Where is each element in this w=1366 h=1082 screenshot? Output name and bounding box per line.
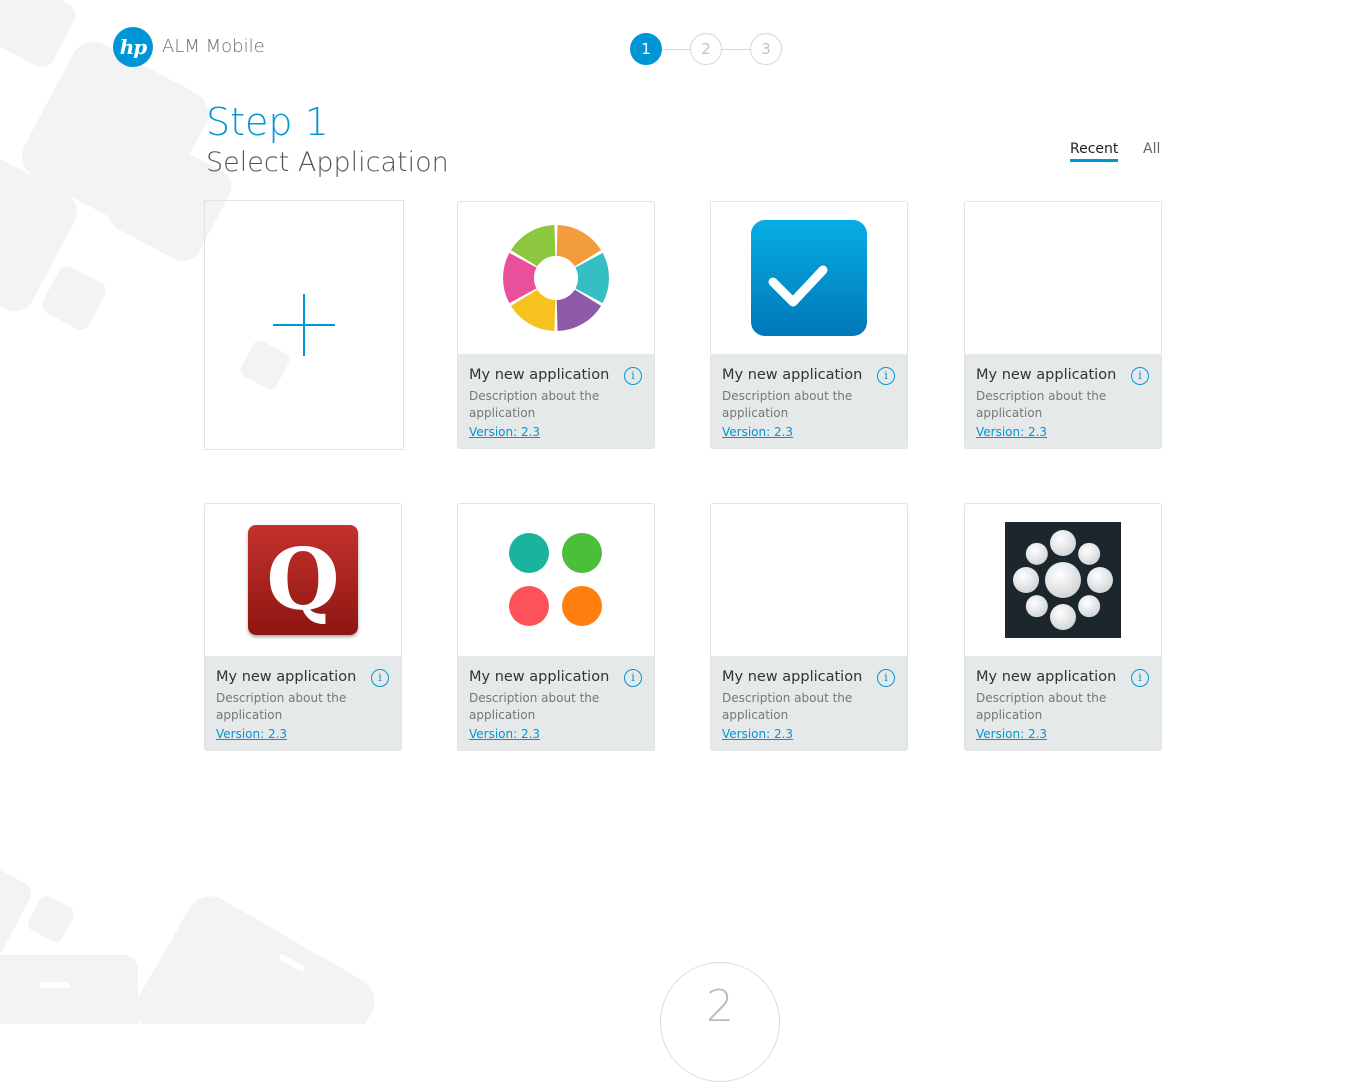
app-name-label: My new application (976, 669, 1117, 685)
app-info: My new application Description about the… (711, 354, 907, 448)
app-description: Description about the application (469, 389, 600, 420)
app-artwork (458, 504, 654, 656)
app-version-link[interactable]: Version: 2.3 (976, 727, 1047, 741)
checkmark-icon (751, 220, 867, 336)
step-2[interactable]: 2 (690, 33, 722, 65)
app-description: Description about the application (976, 389, 1107, 420)
next-step-indicator: 2 (660, 962, 780, 1082)
app-description: Description about the application (469, 691, 600, 722)
filter-recent-tab[interactable]: Recent (1070, 141, 1119, 162)
step-connector (722, 49, 750, 50)
four-dots-icon (509, 533, 602, 626)
ring-dot (1050, 604, 1076, 630)
info-icon[interactable]: i (877, 669, 895, 687)
app-artwork (965, 504, 1161, 656)
app-name-label: My new application (216, 669, 357, 685)
app-version-link[interactable]: Version: 2.3 (469, 727, 540, 741)
info-icon[interactable]: i (624, 669, 642, 687)
app-version-link[interactable]: Version: 2.3 (216, 727, 287, 741)
app-name-label: My new application (469, 669, 610, 685)
app-artwork (458, 202, 654, 354)
app-version-link[interactable]: Version: 2.3 (976, 425, 1047, 439)
info-icon[interactable]: i (1131, 669, 1149, 687)
app-card[interactable]: My new application Description about the… (964, 503, 1162, 751)
app-description: Description about the application (722, 691, 853, 722)
add-application-card[interactable] (204, 200, 404, 450)
ring-dot (1025, 595, 1048, 618)
ring-dot (1050, 530, 1076, 556)
app-card[interactable]: Q My new application Description about t… (204, 503, 402, 751)
app-artwork (711, 202, 907, 354)
ring-dot (1025, 542, 1048, 565)
q-icon: Q (248, 525, 358, 635)
hp-logo: hp (113, 27, 153, 67)
app-artwork-empty (965, 202, 1161, 354)
dot-ring-icon (1005, 522, 1121, 638)
step-1[interactable]: 1 (630, 33, 662, 65)
app-description: Description about the application (216, 691, 347, 722)
app-artwork: Q (205, 504, 401, 656)
app-card[interactable]: My new application Description about the… (457, 503, 655, 751)
app-description: Description about the application (722, 389, 853, 420)
app-name-label: My new application (722, 367, 863, 383)
step-3[interactable]: 3 (750, 33, 782, 65)
app-name-label: My new application (976, 367, 1117, 383)
donut-icon (503, 225, 609, 331)
app-name-label: My new application (722, 669, 863, 685)
app-name-label: My new application (469, 367, 610, 383)
app-info: My new application Description about the… (205, 656, 401, 750)
info-icon[interactable]: i (877, 367, 895, 385)
app-card[interactable]: My new application Description about the… (710, 201, 908, 449)
page-subtitle: Select Application (206, 147, 449, 178)
app-card[interactable]: My new application Description about the… (710, 503, 908, 751)
info-icon[interactable]: i (624, 367, 642, 385)
app-info: My new application Description about the… (458, 354, 654, 448)
app-version-link[interactable]: Version: 2.3 (722, 425, 793, 439)
step-connector (662, 49, 690, 50)
logo-text: hp (119, 35, 148, 59)
app-name: ALM Mobile (162, 36, 265, 57)
ring-dot (1013, 567, 1039, 593)
app-info: My new application Description about the… (965, 656, 1161, 750)
ring-dot (1078, 595, 1101, 618)
app-artwork-empty (711, 504, 907, 656)
app-version-link[interactable]: Version: 2.3 (722, 727, 793, 741)
app-info: My new application Description about the… (965, 354, 1161, 448)
app-description: Description about the application (976, 691, 1107, 722)
ring-dot (1078, 542, 1101, 565)
app-version-link[interactable]: Version: 2.3 (469, 425, 540, 439)
app-info: My new application Description about the… (458, 656, 654, 750)
app-card[interactable]: My new application Description about the… (964, 201, 1162, 449)
info-icon[interactable]: i (1131, 367, 1149, 385)
app-info: My new application Description about the… (711, 656, 907, 750)
info-icon[interactable]: i (371, 669, 389, 687)
app-card[interactable]: My new application Description about the… (457, 201, 655, 449)
filter-all-tab[interactable]: All (1143, 141, 1160, 157)
ring-dot (1087, 567, 1113, 593)
page-title: Step 1 (206, 100, 329, 144)
